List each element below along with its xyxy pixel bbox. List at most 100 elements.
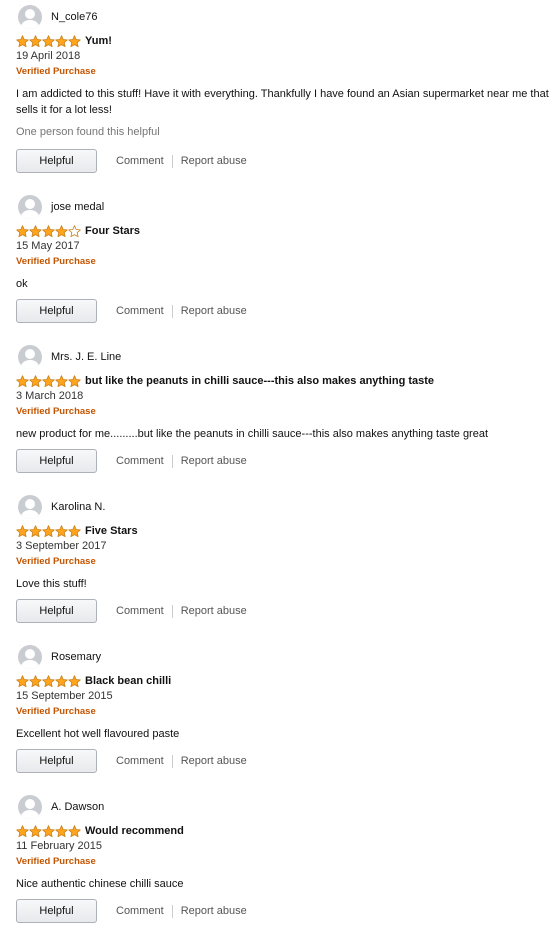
review-header: jose medal [18, 194, 104, 220]
review-title[interactable]: Four Stars [85, 225, 140, 237]
review-date: 11 February 2015 [16, 840, 103, 852]
review-card: N_cole76 Yum! 19 April 2018 Verified Pur… [0, 0, 550, 173]
star-filled-icon [55, 824, 68, 837]
reviewer-name[interactable]: Rosemary [51, 651, 101, 663]
star-empty-icon [68, 224, 81, 237]
helpful-button[interactable]: Helpful [16, 749, 97, 773]
star-filled-icon [68, 674, 81, 687]
comment-link[interactable]: Comment [116, 905, 164, 917]
reviewer-name[interactable]: A. Dawson [51, 801, 104, 813]
verified-purchase-badge[interactable]: Verified Purchase [16, 556, 96, 567]
report-abuse-link[interactable]: Report abuse [181, 305, 247, 317]
star-filled-icon [16, 34, 29, 47]
rating-row: Five Stars [16, 524, 138, 538]
star-filled-icon [42, 374, 55, 387]
star-filled-icon [29, 824, 42, 837]
review-date: 3 March 2018 [16, 390, 84, 402]
comment-link[interactable]: Comment [116, 305, 164, 317]
star-rating[interactable] [16, 824, 81, 838]
star-filled-icon [55, 524, 68, 537]
action-divider [171, 604, 173, 618]
star-rating[interactable] [16, 374, 81, 388]
review-title[interactable]: Would recommend [85, 825, 184, 837]
review-card: jose medal Four Stars 15 May 2017 Verifi… [0, 190, 550, 340]
verified-purchase-badge[interactable]: Verified Purchase [16, 406, 96, 417]
verified-purchase-badge[interactable]: Verified Purchase [16, 706, 96, 717]
star-filled-icon [16, 524, 29, 537]
comment-link[interactable]: Comment [116, 155, 164, 167]
comment-link[interactable]: Comment [116, 455, 164, 467]
star-filled-icon [42, 224, 55, 237]
helpful-button[interactable]: Helpful [16, 149, 97, 173]
review-body: ok [16, 278, 28, 290]
review-header: A. Dawson [18, 794, 104, 820]
rating-row: Four Stars [16, 224, 140, 238]
review-date: 3 September 2017 [16, 540, 107, 552]
reviewer-name[interactable]: jose medal [51, 201, 104, 213]
review-actions: Helpful Comment Report abuse [16, 748, 247, 774]
verified-purchase-badge[interactable]: Verified Purchase [16, 856, 96, 867]
comment-link[interactable]: Comment [116, 605, 164, 617]
report-abuse-link[interactable]: Report abuse [181, 605, 247, 617]
comment-link[interactable]: Comment [116, 755, 164, 767]
review-card: A. Dawson Would recommend 11 February 20… [0, 790, 550, 940]
star-rating[interactable] [16, 224, 81, 238]
review-actions: Helpful Comment Report abuse [16, 298, 247, 324]
rating-row: Would recommend [16, 824, 184, 838]
avatar-icon[interactable] [18, 5, 42, 29]
report-abuse-link[interactable]: Report abuse [181, 755, 247, 767]
review-header: N_cole76 [18, 4, 97, 30]
helpful-button[interactable]: Helpful [16, 449, 97, 473]
avatar-icon[interactable] [18, 495, 42, 519]
review-date: 19 April 2018 [16, 50, 81, 62]
helpful-button[interactable]: Helpful [16, 299, 97, 323]
star-filled-icon [55, 374, 68, 387]
star-filled-icon [29, 374, 42, 387]
avatar-icon[interactable] [18, 795, 42, 819]
avatar-icon[interactable] [18, 345, 42, 369]
review-date: 15 September 2015 [16, 690, 113, 702]
reviewer-name[interactable]: Mrs. J. E. Line [51, 351, 121, 363]
review-actions: Helpful Comment Report abuse [16, 898, 247, 924]
star-filled-icon [42, 34, 55, 47]
verified-purchase-badge[interactable]: Verified Purchase [16, 66, 96, 77]
star-filled-icon [16, 374, 29, 387]
review-actions: Helpful Comment Report abuse [16, 148, 247, 174]
star-rating[interactable] [16, 34, 81, 48]
report-abuse-link[interactable]: Report abuse [181, 455, 247, 467]
review-header: Rosemary [18, 644, 101, 670]
review-body: I am addicted to this stuff! Have it wit… [16, 88, 549, 116]
star-rating[interactable] [16, 524, 81, 538]
star-filled-icon [68, 524, 81, 537]
review-card: Karolina N. Five Stars 3 September 2017 … [0, 490, 550, 640]
star-filled-icon [29, 224, 42, 237]
reviewer-name[interactable]: Karolina N. [51, 501, 105, 513]
action-divider [171, 904, 173, 918]
rating-row: but like the peanuts in chilli sauce---t… [16, 374, 434, 388]
star-filled-icon [68, 34, 81, 47]
star-filled-icon [29, 674, 42, 687]
review-title[interactable]: Yum! [85, 35, 112, 47]
rating-row: Black bean chilli [16, 674, 171, 688]
star-filled-icon [55, 674, 68, 687]
helpful-button[interactable]: Helpful [16, 599, 97, 623]
rating-row: Yum! [16, 34, 112, 48]
star-filled-icon [42, 524, 55, 537]
action-divider [171, 154, 173, 168]
helpful-button[interactable]: Helpful [16, 899, 97, 923]
avatar-icon[interactable] [18, 645, 42, 669]
review-header: Karolina N. [18, 494, 105, 520]
action-divider [171, 304, 173, 318]
report-abuse-link[interactable]: Report abuse [181, 905, 247, 917]
avatar-icon[interactable] [18, 195, 42, 219]
star-rating[interactable] [16, 674, 81, 688]
star-filled-icon [68, 374, 81, 387]
star-filled-icon [16, 224, 29, 237]
reviewer-name[interactable]: N_cole76 [51, 11, 97, 23]
report-abuse-link[interactable]: Report abuse [181, 155, 247, 167]
review-title[interactable]: Five Stars [85, 525, 138, 537]
review-title[interactable]: but like the peanuts in chilli sauce---t… [85, 375, 434, 387]
review-title[interactable]: Black bean chilli [85, 675, 171, 687]
star-filled-icon [16, 674, 29, 687]
verified-purchase-badge[interactable]: Verified Purchase [16, 256, 96, 267]
